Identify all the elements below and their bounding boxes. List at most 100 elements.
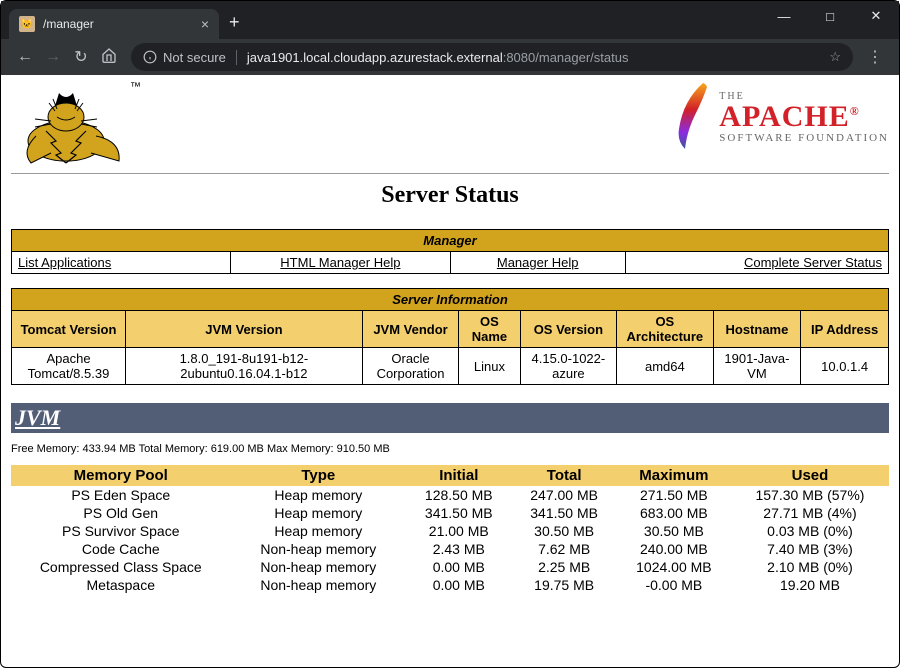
window-minimize-button[interactable]: — xyxy=(761,1,807,31)
logo-row: ™ THE APACHE® SOFTWARE FOUNDATION xyxy=(11,81,889,171)
memory-pool-cell: 7.40 MB (3%) xyxy=(731,540,889,558)
info-icon xyxy=(143,50,157,64)
val-tomcat-version: Apache Tomcat/8.5.39 xyxy=(12,348,126,385)
tab-favicon-icon: 🐱 xyxy=(19,16,35,32)
memory-pool-cell: 240.00 MB xyxy=(617,540,731,558)
memory-pool-row: Code CacheNon-heap memory2.43 MB7.62 MB2… xyxy=(11,540,889,558)
memory-pool-cell: Compressed Class Space xyxy=(11,558,231,576)
memory-pool-cell: 341.50 MB xyxy=(406,504,511,522)
apache-foundation: SOFTWARE FOUNDATION xyxy=(719,132,889,144)
url-input[interactable]: Not secure java1901.local.cloudapp.azure… xyxy=(131,43,853,71)
nav-back-button[interactable]: ← xyxy=(11,48,39,66)
memory-pool-cell: 128.50 MB xyxy=(406,486,511,504)
col-initial: Initial xyxy=(406,465,511,486)
memory-pool-cell: 30.50 MB xyxy=(511,522,616,540)
browser-menu-button[interactable]: ⋮ xyxy=(861,47,889,67)
memory-pool-cell: 2.25 MB xyxy=(511,558,616,576)
col-maximum: Maximum xyxy=(617,465,731,486)
memory-pool-cell: 0.00 MB xyxy=(406,576,511,594)
tab-title: /manager xyxy=(43,17,193,31)
col-os-arch: OS Architecture xyxy=(617,311,713,348)
val-hostname: 1901-Java-VM xyxy=(713,348,801,385)
memory-pool-cell: Non-heap memory xyxy=(231,576,407,594)
val-os-version: 4.15.0-1022-azure xyxy=(520,348,616,385)
security-label: Not secure xyxy=(163,50,226,65)
memory-pool-cell: PS Survivor Space xyxy=(11,522,231,540)
url-host: java1901.local.cloudapp.azurestack.exter… xyxy=(247,50,503,65)
page-title: Server Status xyxy=(11,182,889,209)
memory-pool-cell: 21.00 MB xyxy=(406,522,511,540)
tab-close-icon[interactable]: × xyxy=(201,16,209,32)
memory-pool-cell: Metaspace xyxy=(11,576,231,594)
manager-section-heading: Manager xyxy=(12,230,889,252)
memory-pool-cell: Heap memory xyxy=(231,486,407,504)
memory-pool-cell: 19.75 MB xyxy=(511,576,616,594)
nav-home-button[interactable] xyxy=(95,47,123,68)
memory-pool-row: PS Eden SpaceHeap memory128.50 MB247.00 … xyxy=(11,486,889,504)
page-content: ™ THE APACHE® SOFTWARE FOUNDATION Server… xyxy=(1,75,899,669)
window-titlebar: 🐱 /manager × + — □ ✕ xyxy=(1,1,899,39)
memory-pool-cell: 19.20 MB xyxy=(731,576,889,594)
header-separator xyxy=(11,173,889,174)
server-info-table: Server Information Tomcat Version JVM Ve… xyxy=(11,288,889,385)
col-type: Type xyxy=(231,465,407,486)
memory-pool-row: MetaspaceNon-heap memory0.00 MB19.75 MB-… xyxy=(11,576,889,594)
memory-pool-cell: 1024.00 MB xyxy=(617,558,731,576)
col-tomcat-version: Tomcat Version xyxy=(12,311,126,348)
feather-icon xyxy=(673,81,711,153)
col-jvm-vendor: JVM Vendor xyxy=(362,311,458,348)
col-jvm-version: JVM Version xyxy=(126,311,363,348)
window-maximize-button[interactable]: □ xyxy=(807,1,853,31)
memory-pool-table: Memory Pool Type Initial Total Maximum U… xyxy=(11,465,889,594)
memory-pool-cell: 247.00 MB xyxy=(511,486,616,504)
col-os-name: OS Name xyxy=(459,311,520,348)
complete-server-status-link[interactable]: Complete Server Status xyxy=(744,255,882,270)
server-info-header-row: Tomcat Version JVM Version JVM Vendor OS… xyxy=(12,311,889,348)
nav-forward-button[interactable]: → xyxy=(39,48,67,66)
memory-pool-cell: 2.10 MB (0%) xyxy=(731,558,889,576)
val-os-arch: amd64 xyxy=(617,348,713,385)
address-bar: ← → ↻ Not secure java1901.local.cloudapp… xyxy=(1,39,899,75)
nav-reload-button[interactable]: ↻ xyxy=(67,47,95,67)
memory-pool-row: Compressed Class SpaceNon-heap memory0.0… xyxy=(11,558,889,576)
memory-pool-cell: Heap memory xyxy=(231,522,407,540)
col-ip: IP Address xyxy=(801,311,889,348)
col-hostname: Hostname xyxy=(713,311,801,348)
col-os-version: OS Version xyxy=(520,311,616,348)
browser-tab[interactable]: 🐱 /manager × xyxy=(9,9,219,39)
memory-pool-header-row: Memory Pool Type Initial Total Maximum U… xyxy=(11,465,889,486)
val-os-name: Linux xyxy=(459,348,520,385)
memory-pool-cell: 27.71 MB (4%) xyxy=(731,504,889,522)
manager-help-link[interactable]: Manager Help xyxy=(497,255,579,270)
memory-pool-cell: 7.62 MB xyxy=(511,540,616,558)
window-close-button[interactable]: ✕ xyxy=(853,1,899,31)
apache-text: THE APACHE® SOFTWARE FOUNDATION xyxy=(719,91,889,144)
memory-pool-cell: Code Cache xyxy=(11,540,231,558)
memory-pool-cell: Heap memory xyxy=(231,504,407,522)
memory-pool-cell: 0.00 MB xyxy=(406,558,511,576)
new-tab-button[interactable]: + xyxy=(229,12,240,33)
col-total: Total xyxy=(511,465,616,486)
bookmark-star-icon[interactable]: ☆ xyxy=(829,49,841,65)
memory-pool-cell: 30.50 MB xyxy=(617,522,731,540)
val-ip: 10.0.1.4 xyxy=(801,348,889,385)
tomcat-icon xyxy=(11,81,141,171)
col-used: Used xyxy=(731,465,889,486)
window-controls: — □ ✕ xyxy=(761,1,899,31)
val-jvm-version: 1.8.0_191-8u191-b12-2ubuntu0.16.04.1-b12 xyxy=(126,348,363,385)
memory-pool-cell: 683.00 MB xyxy=(617,504,731,522)
apache-name: APACHE® xyxy=(719,102,889,132)
memory-pool-cell: 0.03 MB (0%) xyxy=(731,522,889,540)
memory-pool-cell: 271.50 MB xyxy=(617,486,731,504)
list-applications-link[interactable]: List Applications xyxy=(18,255,111,270)
memory-pool-cell: 341.50 MB xyxy=(511,504,616,522)
memory-pool-cell: -0.00 MB xyxy=(617,576,731,594)
memory-pool-cell: Non-heap memory xyxy=(231,558,407,576)
home-icon xyxy=(101,47,117,63)
memory-pool-row: PS Survivor SpaceHeap memory21.00 MB30.5… xyxy=(11,522,889,540)
memory-pool-cell: 2.43 MB xyxy=(406,540,511,558)
html-manager-help-link[interactable]: HTML Manager Help xyxy=(280,255,400,270)
security-indicator[interactable]: Not secure xyxy=(143,50,237,65)
manager-links-table: Manager List Applications HTML Manager H… xyxy=(11,229,889,274)
url-path: :8080/manager/status xyxy=(503,50,629,65)
